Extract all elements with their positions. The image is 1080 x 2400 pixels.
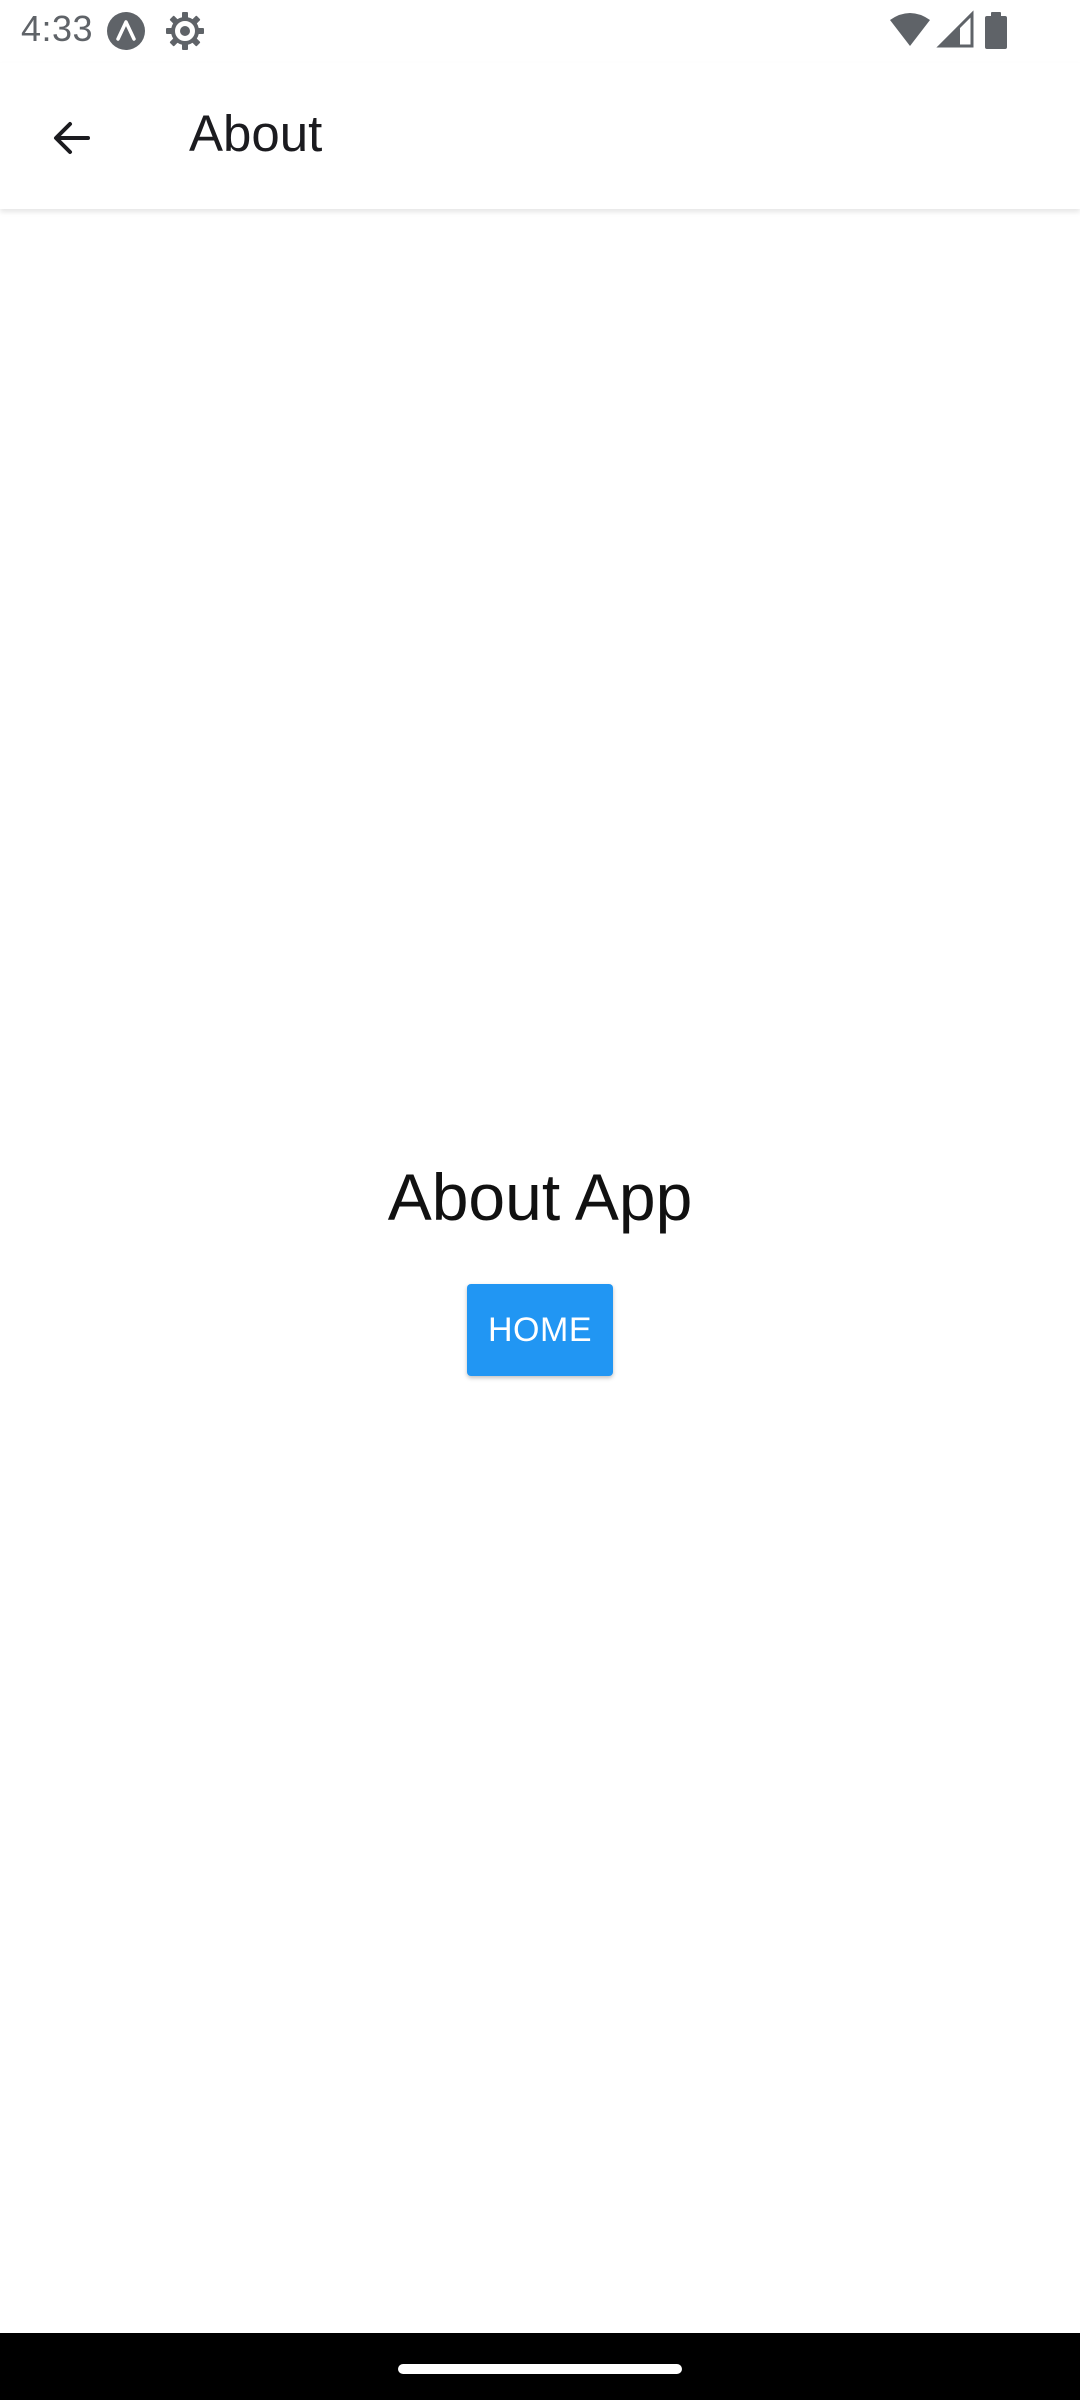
arrow-back-icon bbox=[54, 122, 90, 154]
page-title: About bbox=[189, 105, 323, 162]
status-bar: 4:33 bbox=[0, 0, 1080, 63]
back-button[interactable] bbox=[30, 96, 114, 180]
settings-gear-icon bbox=[164, 10, 206, 52]
screen: 4:33 About About App HOME bbox=[0, 0, 1080, 2400]
status-time: 4:33 bbox=[21, 8, 94, 49]
app-bar: About bbox=[0, 63, 1080, 209]
battery-icon bbox=[982, 10, 1010, 52]
main-content: About App HOME bbox=[0, 209, 1080, 2333]
wifi-icon bbox=[888, 10, 932, 52]
app-badge-icon bbox=[105, 10, 147, 52]
cell-signal-icon bbox=[936, 10, 978, 52]
home-button[interactable]: HOME bbox=[467, 1284, 613, 1376]
about-heading: About App bbox=[387, 1160, 693, 1234]
system-nav-bar bbox=[0, 2333, 1080, 2400]
gesture-handle[interactable] bbox=[398, 2364, 682, 2374]
